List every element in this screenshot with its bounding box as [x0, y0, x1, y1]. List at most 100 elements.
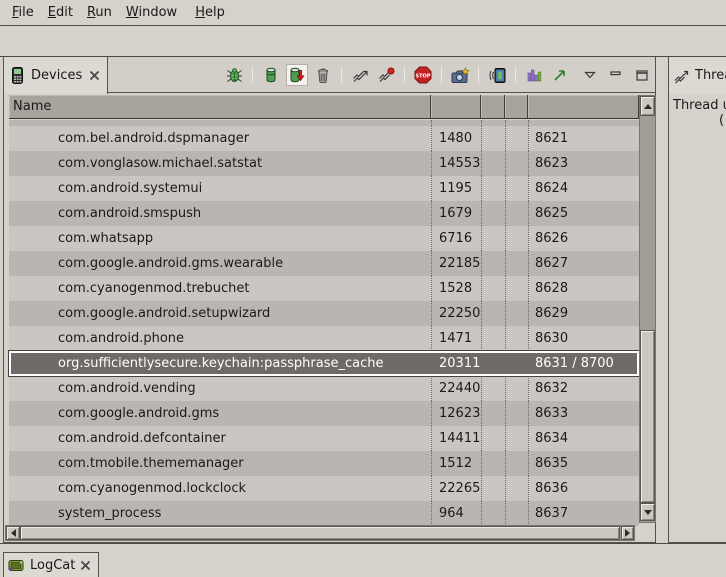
table-row[interactable]: system_process9648637 — [9, 501, 639, 526]
tab-devices[interactable]: Devices — [4, 57, 108, 94]
process-pid: 20311 — [431, 353, 481, 374]
process-pid: 12623 — [431, 401, 481, 426]
scroll-up-button[interactable] — [640, 96, 655, 116]
cause-gc-icon[interactable] — [312, 64, 334, 86]
view-hierarchy-icon[interactable] — [549, 64, 571, 86]
process-pid: 1528 — [431, 276, 481, 301]
logcat-icon — [8, 558, 25, 573]
table-row[interactable]: com.android.systemui11958624 — [9, 176, 639, 201]
process-pid: 1195 — [431, 176, 481, 201]
table-row[interactable]: com.tmobile.thememanager1512 8635 — [9, 451, 639, 476]
table-row[interactable]: com.whatsapp67168626 — [9, 226, 639, 251]
table-row[interactable]: com.cyanogenmod.lockclock222658636 — [9, 476, 639, 501]
process-name: com.vonglasow.michael.satstat — [9, 151, 431, 176]
method-profiling-icon[interactable] — [375, 64, 397, 86]
process-port: 8625 — [528, 201, 639, 226]
scroll-right-button[interactable] — [621, 526, 634, 540]
minimize-icon[interactable] — [605, 64, 627, 86]
table-header[interactable]: Name — [9, 95, 639, 119]
threads-message-line1: Thread up — [673, 98, 726, 113]
process-port: 8621 — [528, 126, 639, 151]
tab-threads-label: Threa — [695, 68, 726, 83]
process-name: com.android.phone — [9, 326, 431, 351]
table-row[interactable]: com.vonglasow.michael.satstat14553 8623 — [9, 151, 639, 176]
system-info-icon[interactable] — [523, 64, 545, 86]
process-pid: 14553 — [431, 151, 481, 176]
process-name: com.bel.android.dspmanager — [9, 126, 431, 151]
close-icon[interactable] — [80, 560, 91, 571]
column-header-port[interactable] — [528, 95, 639, 118]
svg-text:STOP: STOP — [416, 74, 431, 80]
close-icon[interactable] — [89, 70, 100, 81]
horizontal-scrollbar[interactable] — [5, 525, 635, 541]
scroll-left-button[interactable] — [6, 526, 20, 540]
process-name: com.cyanogenmod.lockclock — [9, 476, 431, 501]
menu-run[interactable]: Run — [86, 5, 113, 20]
table-row[interactable]: com.google.android.setupwizard222508629 — [9, 301, 639, 326]
debug-process-icon[interactable] — [223, 64, 245, 86]
process-name: com.google.android.setupwizard — [9, 301, 431, 326]
threads-message-line2: ( — [673, 113, 726, 128]
process-name: com.cyanogenmod.trebuchet — [9, 276, 431, 301]
process-pid: 1512 — [431, 451, 481, 476]
threads-tabbar: Threa — [669, 57, 726, 94]
process-name: com.whatsapp — [9, 226, 431, 251]
column-header-name[interactable]: Name — [9, 95, 431, 118]
table-row[interactable]: com.bel.android.dspmanager1480 8621 — [9, 126, 639, 151]
maximize-icon[interactable] — [631, 64, 653, 86]
divider — [0, 543, 726, 544]
table-row[interactable]: com.cyanogenmod.trebuchet15288628 — [9, 276, 639, 301]
stop-process-icon[interactable]: STOP — [412, 64, 434, 86]
menu-help[interactable]: Help — [194, 5, 226, 20]
scroll-down-button[interactable] — [640, 503, 655, 521]
tab-logcat[interactable]: LogCat — [3, 552, 99, 577]
table-body: com.bel.android.dspmanager14808621com.vo… — [9, 120, 639, 526]
process-name: system_process — [9, 501, 431, 526]
update-heap-icon[interactable] — [260, 64, 282, 86]
menu-file[interactable]: File — [11, 5, 35, 20]
menu-window[interactable]: Window — [125, 5, 178, 20]
process-name: com.google.android.gms.wearable — [9, 251, 431, 276]
view-menu-icon[interactable] — [579, 64, 601, 86]
process-pid: 1679 — [431, 201, 481, 226]
process-port: 8637 — [528, 501, 639, 526]
screen-record-icon[interactable] — [486, 64, 508, 86]
process-port: 8627 — [528, 251, 639, 276]
process-port: 8635 — [528, 451, 639, 476]
column-header-pid[interactable] — [431, 95, 481, 118]
menubar: File Edit Run Window Help — [0, 0, 726, 26]
screen-capture-icon[interactable] — [449, 64, 471, 86]
vertical-scrollbar[interactable] — [639, 95, 656, 523]
update-threads-icon[interactable] — [349, 64, 371, 86]
column-header-c4[interactable] — [505, 95, 528, 118]
column-header-c3[interactable] — [481, 95, 505, 118]
vscroll-thumb[interactable] — [640, 330, 655, 503]
menu-edit[interactable]: Edit — [47, 5, 74, 20]
process-name: org.sufficientlysecure.keychain:passphra… — [11, 353, 431, 374]
dump-hprof-icon[interactable] — [286, 64, 308, 86]
process-port: 8630 — [528, 326, 639, 351]
process-port: 8633 — [528, 401, 639, 426]
toolbar-separator — [252, 67, 253, 83]
process-name: com.android.defcontainer — [9, 426, 431, 451]
table-row[interactable]: com.google.android.gms.wearable221858627 — [9, 251, 639, 276]
process-name: com.tmobile.thememanager — [9, 451, 431, 476]
threads-panel: Threa Thread up ( — [668, 57, 726, 543]
process-port: 8631 / 8700 — [528, 353, 637, 374]
process-port: 8623 — [528, 151, 639, 176]
table-row[interactable]: org.sufficientlysecure.keychain:passphra… — [9, 351, 639, 376]
table-row[interactable]: com.android.phone14718630 — [9, 326, 639, 351]
process-port: 8629 — [528, 301, 639, 326]
process-pid: 22265 — [431, 476, 481, 501]
table-row[interactable]: com.android.defcontainer144118634 — [9, 426, 639, 451]
process-port: 8626 — [528, 226, 639, 251]
hscroll-thumb[interactable] — [20, 526, 620, 540]
process-name: com.android.vending — [9, 376, 431, 401]
table-row[interactable]: com.android.smspush16798625 — [9, 201, 639, 226]
toolbar-separator — [478, 67, 479, 83]
process-pid: 1480 — [431, 126, 481, 151]
table-row[interactable]: com.google.android.gms126238633 — [9, 401, 639, 426]
table-row[interactable]: com.android.vending224408632 — [9, 376, 639, 401]
tab-threads[interactable]: Threa — [669, 57, 726, 94]
devices-tabbar: Devices STOP — [4, 57, 655, 94]
